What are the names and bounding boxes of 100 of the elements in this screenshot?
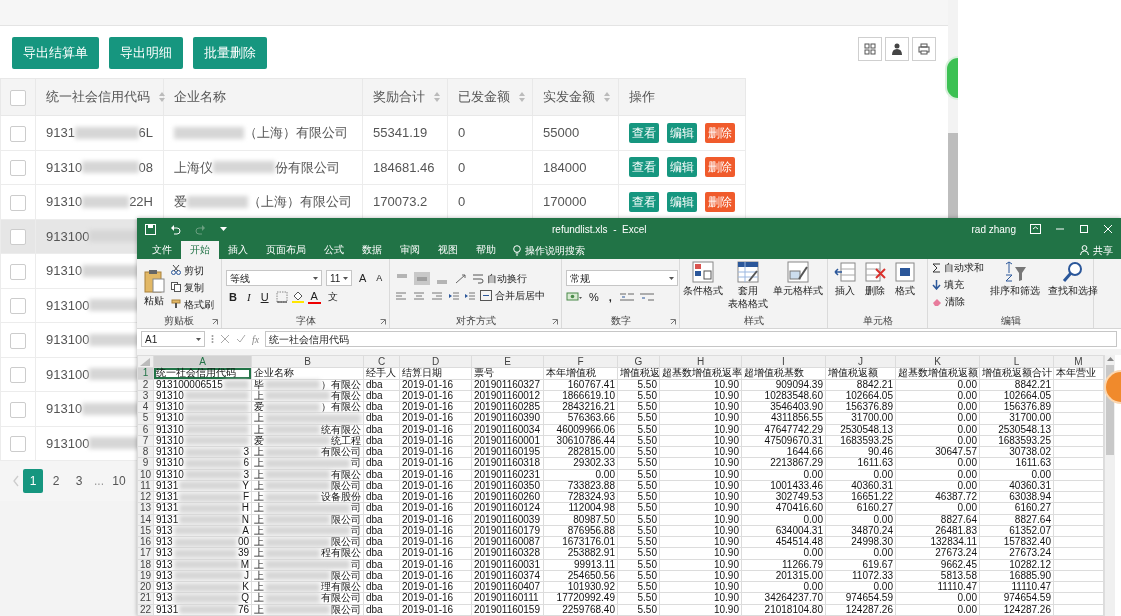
checkbox[interactable] xyxy=(10,263,26,280)
ribbon-tab[interactable]: 审阅 xyxy=(391,241,429,259)
ribbon-tab[interactable]: 开始 xyxy=(181,241,219,259)
sort-icon[interactable] xyxy=(603,91,611,103)
row-header[interactable]: 3 xyxy=(137,390,154,402)
column-header[interactable]: B xyxy=(251,355,364,368)
row-header[interactable]: 4 xyxy=(137,401,154,413)
column-header[interactable]: H xyxy=(659,355,742,368)
dropdown-caret-icon[interactable] xyxy=(220,226,227,232)
clear-button[interactable]: 清除 xyxy=(932,295,984,308)
toolbar-button[interactable]: 导出结算单 xyxy=(12,37,99,69)
dialog-launcher-icon[interactable] xyxy=(552,319,558,325)
increase-indent-icon[interactable] xyxy=(464,289,476,302)
checkbox[interactable] xyxy=(10,332,26,349)
view-button[interactable]: 查看 xyxy=(629,157,659,178)
ribbon-tab[interactable]: 帮助 xyxy=(467,241,505,259)
align-lines-icon[interactable] xyxy=(414,272,430,285)
export-button[interactable] xyxy=(885,37,909,61)
column-header[interactable]: F xyxy=(543,355,618,368)
wrap-text-button[interactable]: 自动换行 xyxy=(472,272,527,285)
row-header[interactable]: 12 xyxy=(137,491,154,503)
columns-button[interactable] xyxy=(858,37,882,61)
ribbon-tab[interactable]: 插入 xyxy=(219,241,257,259)
row-header[interactable]: 22 xyxy=(137,604,154,616)
maximize-icon[interactable] xyxy=(1079,224,1089,234)
font-color-button[interactable]: A xyxy=(307,290,321,304)
row-header[interactable]: 15 xyxy=(137,525,154,537)
column-header[interactable]: K xyxy=(895,355,980,368)
checkbox[interactable] xyxy=(10,125,26,142)
column-header[interactable]: J xyxy=(825,355,896,368)
undo-icon[interactable] xyxy=(170,223,181,235)
ribbon-tab[interactable]: 公式 xyxy=(315,241,353,259)
column-header[interactable]: E xyxy=(471,355,544,368)
column-header[interactable]: G xyxy=(617,355,660,368)
drag-handle-icon[interactable] xyxy=(211,334,214,344)
row-header[interactable]: 11 xyxy=(137,480,154,492)
checkbox[interactable] xyxy=(10,89,26,106)
share-link[interactable]: 共享 xyxy=(1093,242,1113,258)
close-icon[interactable] xyxy=(1103,224,1113,234)
conditional-format-button[interactable]: 条件格式 xyxy=(681,261,725,296)
dialog-launcher-icon[interactable] xyxy=(670,319,676,325)
scrollbar-thumb[interactable] xyxy=(948,133,958,218)
dialog-launcher-icon[interactable] xyxy=(380,319,386,325)
decrease-indent-icon[interactable] xyxy=(448,289,460,302)
column-header[interactable]: I xyxy=(741,355,826,368)
column-header[interactable]: A xyxy=(153,355,252,368)
format-painter-button[interactable]: 格式刷 xyxy=(171,297,214,311)
function-button[interactable]: fx xyxy=(252,331,260,347)
cut-button[interactable]: 剪切 xyxy=(171,263,214,277)
autosum-button[interactable]: 自动求和 xyxy=(932,261,984,274)
sort-filter-button[interactable]: 排序和筛选 xyxy=(988,261,1042,296)
ribbon-tab[interactable]: 数据 xyxy=(353,241,391,259)
borders-icon[interactable] xyxy=(275,291,288,303)
edit-button[interactable]: 编辑 xyxy=(667,191,697,212)
decrease-decimal-icon[interactable] xyxy=(638,291,655,303)
row-header[interactable]: 19 xyxy=(137,570,154,582)
increase-decimal-icon[interactable] xyxy=(618,291,635,303)
align-lines-icon[interactable] xyxy=(394,289,408,302)
font-size-field[interactable]: 11 xyxy=(326,270,352,286)
checkbox[interactable] xyxy=(10,436,26,453)
paste-button[interactable]: 粘贴 xyxy=(141,268,167,306)
grow-font-button[interactable]: A xyxy=(356,271,370,285)
row-header[interactable]: 6 xyxy=(137,424,154,436)
row-header[interactable]: 20 xyxy=(137,581,154,593)
checkbox[interactable] xyxy=(10,229,26,246)
check-icon[interactable] xyxy=(236,334,246,344)
format-button[interactable]: 格式 xyxy=(892,261,918,296)
find-select-button[interactable]: 查找和选择 xyxy=(1046,261,1100,296)
column-header[interactable]: C xyxy=(363,355,400,368)
italic-button[interactable]: I xyxy=(243,290,254,304)
checkbox[interactable] xyxy=(10,298,26,315)
sort-icon[interactable] xyxy=(158,91,166,103)
insert-button[interactable]: 插入 xyxy=(832,261,858,296)
underline-button[interactable]: U xyxy=(257,290,272,304)
ribbon-options-icon[interactable] xyxy=(1030,224,1041,234)
edit-button[interactable]: 编辑 xyxy=(667,157,697,178)
cancel-icon[interactable] xyxy=(220,334,230,344)
bold-button[interactable]: B xyxy=(226,290,240,304)
fill-button[interactable]: 填充 xyxy=(932,278,984,291)
ribbon-tab[interactable]: 视图 xyxy=(429,241,467,259)
row-header[interactable]: 18 xyxy=(137,559,154,571)
shrink-font-button[interactable]: A xyxy=(373,271,386,285)
formula-field[interactable]: 统一社会信用代码 xyxy=(265,331,1117,347)
search-hint[interactable]: 操作说明搜索 xyxy=(525,242,585,258)
comma-button[interactable]: , xyxy=(605,290,615,304)
row-header[interactable]: 8 xyxy=(137,446,154,458)
column-header[interactable]: M xyxy=(1053,355,1104,368)
view-button[interactable]: 查看 xyxy=(629,122,659,143)
page-button[interactable]: 3 xyxy=(69,469,89,493)
phonetic-button[interactable]: 文 xyxy=(324,290,341,304)
edit-button[interactable]: 编辑 xyxy=(667,122,697,143)
page-button[interactable]: 1 xyxy=(23,469,43,493)
toolbar-button[interactable]: 批量删除 xyxy=(193,37,267,69)
dialog-launcher-icon[interactable] xyxy=(212,319,218,325)
percent-button[interactable]: % xyxy=(586,290,602,304)
checkbox[interactable] xyxy=(10,194,26,211)
checkbox[interactable] xyxy=(10,401,26,418)
ribbon-tab[interactable]: 页面布局 xyxy=(257,241,315,259)
row-header[interactable]: 16 xyxy=(137,536,154,548)
merge-center-button[interactable]: 合并后居中 xyxy=(480,289,545,302)
